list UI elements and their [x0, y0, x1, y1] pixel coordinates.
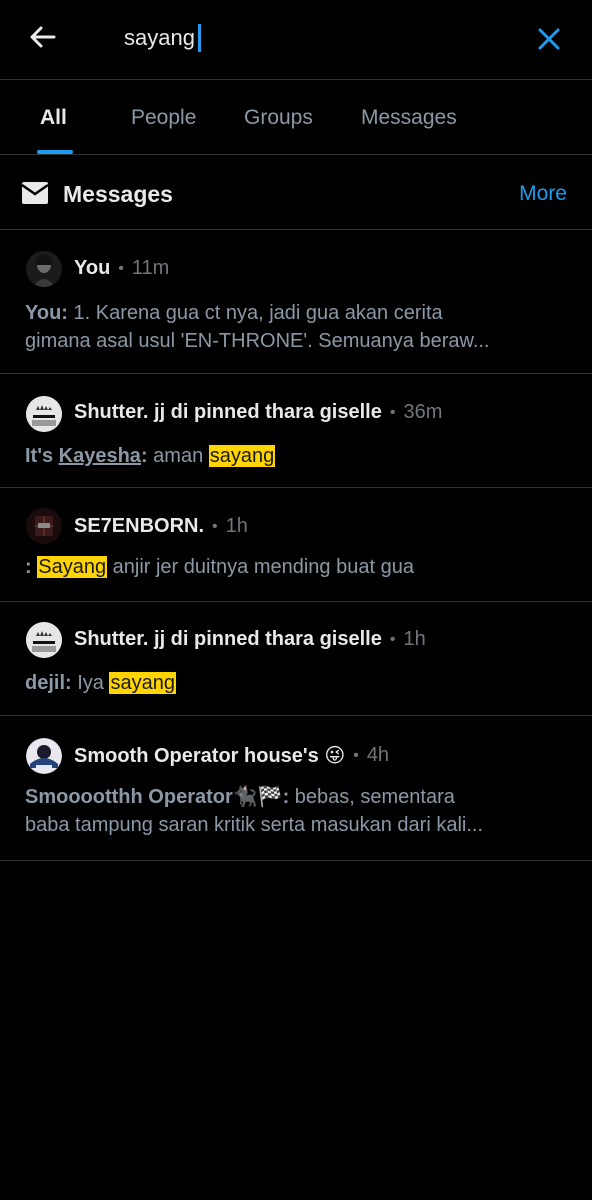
message-preview: Smooootthh Operator🐈‍⬛🏁: bebas, sementar…	[25, 783, 564, 811]
separator-dot: •	[389, 403, 396, 421]
list-item[interactable]: Shutter. jj di pinned thara giselle • 1h…	[0, 602, 592, 716]
list-item[interactable]: Shutter. jj di pinned thara giselle • 36…	[0, 374, 592, 488]
messages-section-header: Messages More	[0, 155, 592, 230]
search-highlight: sayang	[208, 445, 276, 467]
tab-people[interactable]: People	[131, 106, 196, 130]
list-item[interactable]: SE7ENBORN. • 1h : Sayang anjir jer duitn…	[0, 488, 592, 602]
message-preview: : Sayang anjir jer duitnya mending buat …	[25, 553, 564, 581]
search-header	[0, 0, 592, 80]
avatar	[26, 396, 62, 432]
avatar	[26, 251, 62, 287]
search-input[interactable]	[124, 22, 484, 54]
timestamp: 1h	[225, 515, 248, 537]
section-title: Messages	[63, 181, 173, 207]
conversation-name: SE7ENBORN.	[74, 515, 205, 537]
message-text: bebas, sementara	[289, 786, 455, 808]
message-sender: It's Kayesha:	[25, 445, 148, 467]
filter-tabs: All People Groups Messages	[0, 80, 592, 155]
avatar	[26, 508, 62, 544]
tab-messages[interactable]: Messages	[361, 106, 457, 130]
tab-groups[interactable]: Groups	[244, 106, 313, 130]
avatar	[26, 738, 62, 774]
list-item[interactable]: Smooth Operator house's 😜 • 4h Smooootth…	[0, 716, 592, 861]
conversation-name: Shutter. jj di pinned thara giselle	[74, 628, 382, 650]
search-highlight: Sayang	[37, 556, 108, 578]
list-item[interactable]: You • 11m You: 1. Karena gua ct nya, jad…	[0, 230, 592, 374]
timestamp: 36m	[403, 401, 443, 423]
avatar	[26, 622, 62, 658]
search-highlight: sayang	[109, 672, 176, 694]
timestamp: 11m	[131, 257, 170, 279]
message-text: anjir jer duitnya mending buat gua	[107, 556, 414, 578]
text-cursor	[198, 24, 201, 52]
message-preview: You: 1. Karena gua ct nya, jadi gua akan…	[25, 299, 564, 327]
tab-all[interactable]: All	[40, 106, 67, 130]
separator-dot: •	[389, 630, 396, 648]
message-text: 1. Karena gua ct nya, jadi gua akan ceri…	[67, 302, 443, 324]
message-preview: dejil: Iya sayang	[25, 672, 176, 694]
conversation-name: Smooth Operator house's 😜	[74, 745, 346, 767]
active-tab-indicator	[37, 150, 73, 154]
message-preview: It's Kayesha: aman sayang	[25, 442, 564, 470]
message-sender: dejil:	[25, 672, 72, 694]
message-sender: Smooootthh Operator🐈‍⬛🏁:	[25, 786, 290, 808]
conversation-name: You	[74, 257, 111, 279]
timestamp: 1h	[403, 628, 426, 650]
message-preview-line2: baba tampung saran kritik serta masukan …	[25, 814, 483, 836]
back-button[interactable]	[28, 22, 58, 52]
message-sender: :	[25, 556, 32, 578]
envelope-icon	[22, 182, 48, 204]
timestamp: 4h	[366, 744, 390, 766]
more-link[interactable]: More	[519, 182, 567, 206]
arrow-left-icon	[30, 26, 56, 48]
separator-dot: •	[118, 259, 124, 277]
clear-search-button[interactable]	[532, 22, 566, 56]
message-sender: You:	[25, 302, 68, 324]
separator-dot: •	[353, 746, 359, 764]
separator-dot: •	[212, 517, 218, 535]
close-icon	[538, 28, 560, 50]
message-preview-line2: gimana asal usul 'EN-THRONE'. Semuanya b…	[25, 330, 490, 352]
message-text: aman	[147, 445, 209, 467]
conversation-name: Shutter. jj di pinned thara giselle	[74, 401, 382, 423]
